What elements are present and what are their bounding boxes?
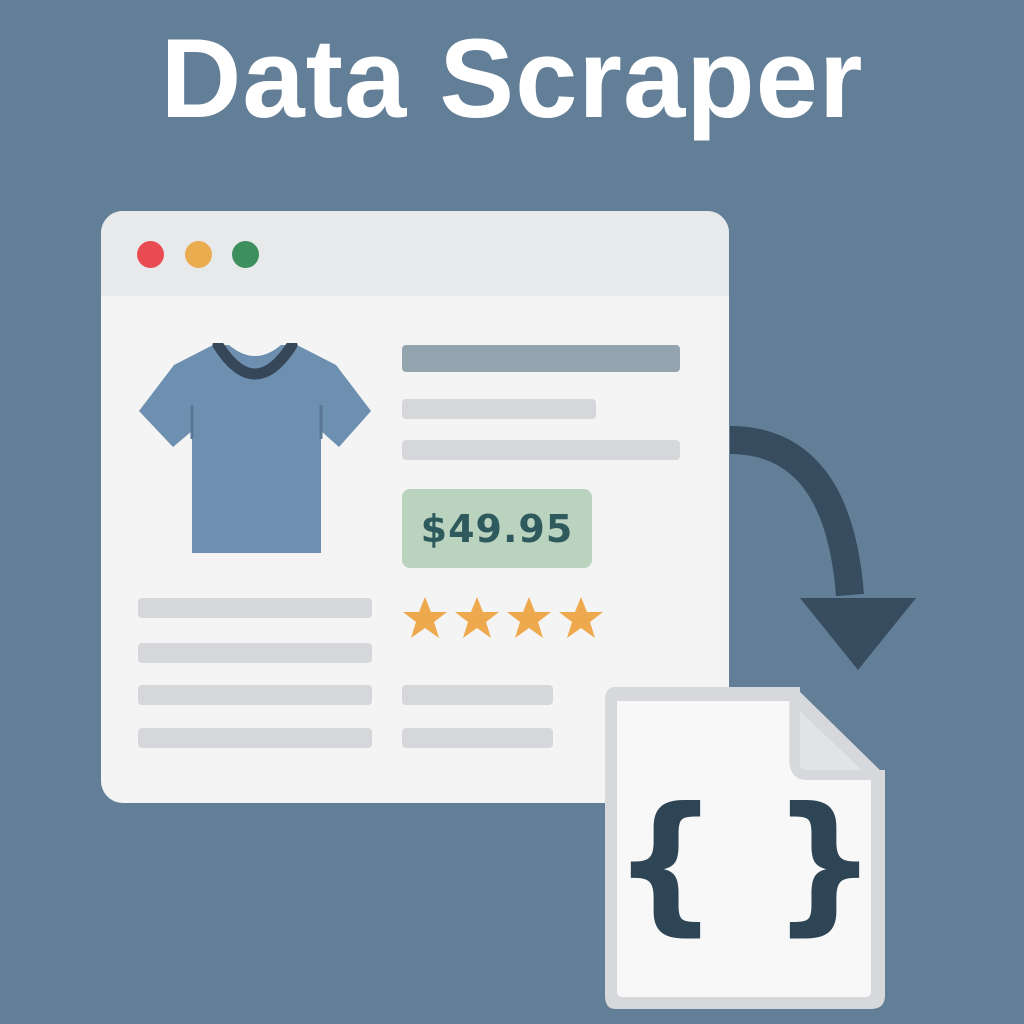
rating-stars [399, 593, 607, 643]
curved-arrow-icon [729, 426, 916, 670]
text-line-placeholder [138, 685, 372, 705]
t-shirt-icon [139, 343, 371, 553]
browser-title-bar [101, 211, 729, 296]
product-title-placeholder [402, 345, 680, 372]
product-subtitle-placeholder [402, 399, 596, 419]
page-title: Data Scraper [160, 16, 864, 141]
minimize-dot[interactable] [185, 241, 212, 268]
star-icon [559, 597, 603, 638]
text-line-placeholder [138, 643, 372, 663]
star-icon [403, 597, 447, 638]
star-icon [455, 597, 499, 638]
close-dot[interactable] [137, 241, 164, 268]
json-braces: { } [612, 776, 878, 950]
star-icon [507, 597, 551, 638]
product-description-placeholder [402, 440, 680, 460]
text-line-placeholder [402, 685, 553, 705]
json-file-icon: { } [605, 687, 885, 1009]
maximize-dot[interactable] [232, 241, 259, 268]
text-line-placeholder [138, 598, 372, 618]
text-line-placeholder [402, 728, 553, 748]
text-line-placeholder [138, 728, 372, 748]
price-label: $49.95 [420, 506, 574, 551]
price-tag: $49.95 [402, 489, 592, 568]
